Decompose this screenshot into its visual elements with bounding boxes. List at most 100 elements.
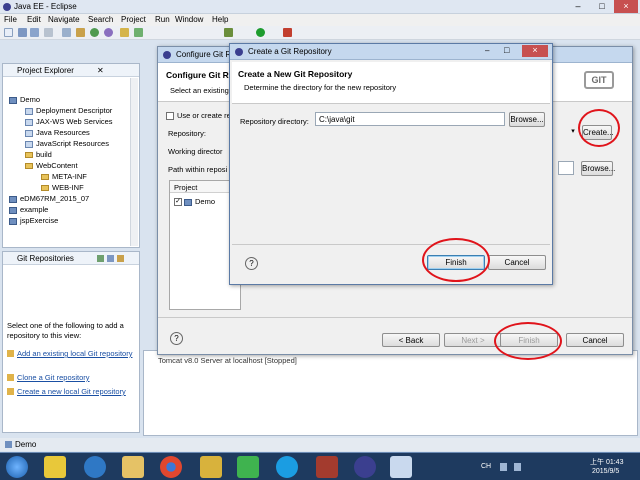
skype-icon[interactable] <box>276 456 298 478</box>
clone-repo-link[interactable]: Clone a Git repository <box>7 373 135 383</box>
descriptor-icon <box>25 107 33 115</box>
js-resources-icon <box>25 140 33 148</box>
help-icon[interactable]: ? <box>170 332 183 345</box>
menu-navigate[interactable]: Navigate <box>48 15 80 24</box>
menu-edit[interactable]: Edit <box>27 15 41 24</box>
explorer-icon[interactable] <box>122 456 144 478</box>
create-subtitle: Determine the directory for the new repo… <box>244 83 397 92</box>
new-icon[interactable] <box>4 28 13 37</box>
server-icon[interactable] <box>62 28 71 37</box>
git-clone-icon <box>7 374 14 381</box>
save-all-icon[interactable] <box>30 28 39 37</box>
dialog-close-icon[interactable]: × <box>522 45 548 57</box>
package-icon[interactable] <box>76 28 85 37</box>
project-icon <box>184 198 192 206</box>
search-icon[interactable] <box>120 28 129 37</box>
sticky-app-icon[interactable] <box>44 456 66 478</box>
eclipse-small-icon <box>163 51 171 59</box>
save-icon[interactable] <box>18 28 27 37</box>
webservice-icon <box>25 118 33 126</box>
ime-indicator[interactable]: CH <box>481 463 491 470</box>
bug-icon[interactable] <box>224 28 233 37</box>
repo-directory-input[interactable] <box>315 112 505 126</box>
menu-help[interactable]: Help <box>212 15 228 24</box>
table-row[interactable]: ✓ Demo <box>174 197 215 207</box>
maximize-icon[interactable]: □ <box>590 0 614 13</box>
external-tools-icon[interactable] <box>283 28 292 37</box>
server-text: Tomcat v8.0 Server at localhost [Stopped… <box>158 356 297 365</box>
tree-item-webcontent[interactable]: WebContent <box>25 161 78 170</box>
close-icon[interactable]: × <box>614 0 638 13</box>
windows-taskbar: CH 上午 01:43 2015/9/5 <box>0 452 640 480</box>
class-icon[interactable] <box>90 28 99 37</box>
servers-view: Tomcat v8.0 Server at localhost [Stopped… <box>143 350 638 436</box>
dialog-minimize-icon[interactable]: – <box>485 46 489 55</box>
configure-heading: Configure Git Re <box>166 70 234 80</box>
close-view-icon[interactable]: ✕ <box>97 66 104 75</box>
paint-icon[interactable] <box>390 456 412 478</box>
minimize-icon[interactable]: – <box>566 0 590 13</box>
folder-icon <box>41 174 49 181</box>
tree-item-web-inf[interactable]: WEB-INF <box>41 183 84 192</box>
back-button[interactable]: < Back <box>382 333 440 347</box>
app-icon[interactable] <box>316 456 338 478</box>
tree-item-js-resources[interactable]: JavaScript Resources <box>25 139 109 148</box>
dialog-maximize-icon[interactable]: □ <box>504 45 509 55</box>
path-within-repo-field[interactable] <box>558 161 574 175</box>
git-repositories-panel: Git Repositories Select one of the follo… <box>2 251 140 433</box>
path-within-repo-label: Path within reposi <box>168 165 228 174</box>
annotation-circle-finish-disabled <box>494 322 562 360</box>
ie-icon[interactable] <box>84 456 106 478</box>
menu-project[interactable]: Project <box>121 15 146 24</box>
configure-footer-divider <box>158 317 632 318</box>
tree-item-build[interactable]: build <box>25 150 52 159</box>
project-icon <box>9 195 17 203</box>
menu-file[interactable]: File <box>4 15 17 24</box>
create-repo-icon[interactable] <box>117 255 124 262</box>
tray-icons[interactable] <box>500 463 570 471</box>
repo-directory-label: Repository directory: <box>240 117 309 126</box>
create-help-icon[interactable]: ? <box>245 257 258 270</box>
tree-item-meta-inf[interactable]: META-INF <box>41 172 87 181</box>
clone-repo-icon[interactable] <box>107 255 114 262</box>
git-repositories-header: Git Repositories <box>3 252 139 265</box>
menu-search[interactable]: Search <box>88 15 113 24</box>
use-or-create-checkbox-row[interactable]: Use or create re <box>166 111 231 121</box>
eclipse-task-icon[interactable] <box>354 456 376 478</box>
create-dialog-title: Create a Git Repository <box>248 47 332 56</box>
interface-icon[interactable] <box>104 28 113 37</box>
tree-item-edm67rm[interactable]: eDM67RM_2015_07 <box>9 194 89 203</box>
tree-item-deployment-descriptor[interactable]: Deployment Descriptor <box>25 106 112 115</box>
tree-item-java-resources[interactable]: Java Resources <box>25 128 90 137</box>
create-repo-link[interactable]: Create a new local Git repository <box>7 387 135 397</box>
tree-item-demo[interactable]: Demo <box>9 95 40 104</box>
start-orb-icon[interactable] <box>6 456 28 478</box>
menu-run[interactable]: Run <box>155 15 170 24</box>
tree-item-example[interactable]: example <box>9 205 48 214</box>
project-explorer-title: Project Explorer <box>17 66 74 75</box>
row-checkbox[interactable]: ✓ <box>174 198 182 207</box>
menu-window[interactable]: Window <box>175 15 203 24</box>
tree-item-jspexercise[interactable]: jspExercise <box>9 216 58 225</box>
line-icon[interactable] <box>237 456 259 478</box>
add-existing-repo-link[interactable]: Add an existing local Git repository <box>7 349 135 359</box>
chrome-icon[interactable] <box>160 456 182 478</box>
use-or-create-checkbox[interactable] <box>166 112 174 121</box>
browse-path-button[interactable]: Browse... <box>581 161 615 176</box>
refresh-icon[interactable] <box>134 28 143 37</box>
game-icon[interactable] <box>200 456 222 478</box>
folder-icon <box>41 185 49 192</box>
print-icon[interactable] <box>44 28 53 37</box>
annotation-circle-finish <box>422 238 490 282</box>
folder-icon <box>25 152 33 159</box>
create-browse-button[interactable]: Browse... <box>509 112 545 127</box>
run-icon[interactable] <box>256 28 265 37</box>
create-cancel-button[interactable]: Cancel <box>488 255 546 270</box>
tree-item-jaxws[interactable]: JAX-WS Web Services <box>25 117 113 126</box>
main-toolbar <box>0 26 640 40</box>
create-banner: Create a New Git Repository Determine th… <box>232 62 550 104</box>
repository-combo-arrow[interactable]: ▾ <box>568 127 578 138</box>
add-repo-icon[interactable] <box>97 255 104 262</box>
tree-scrollbar[interactable] <box>130 78 138 246</box>
configure-cancel-button[interactable]: Cancel <box>566 333 624 347</box>
